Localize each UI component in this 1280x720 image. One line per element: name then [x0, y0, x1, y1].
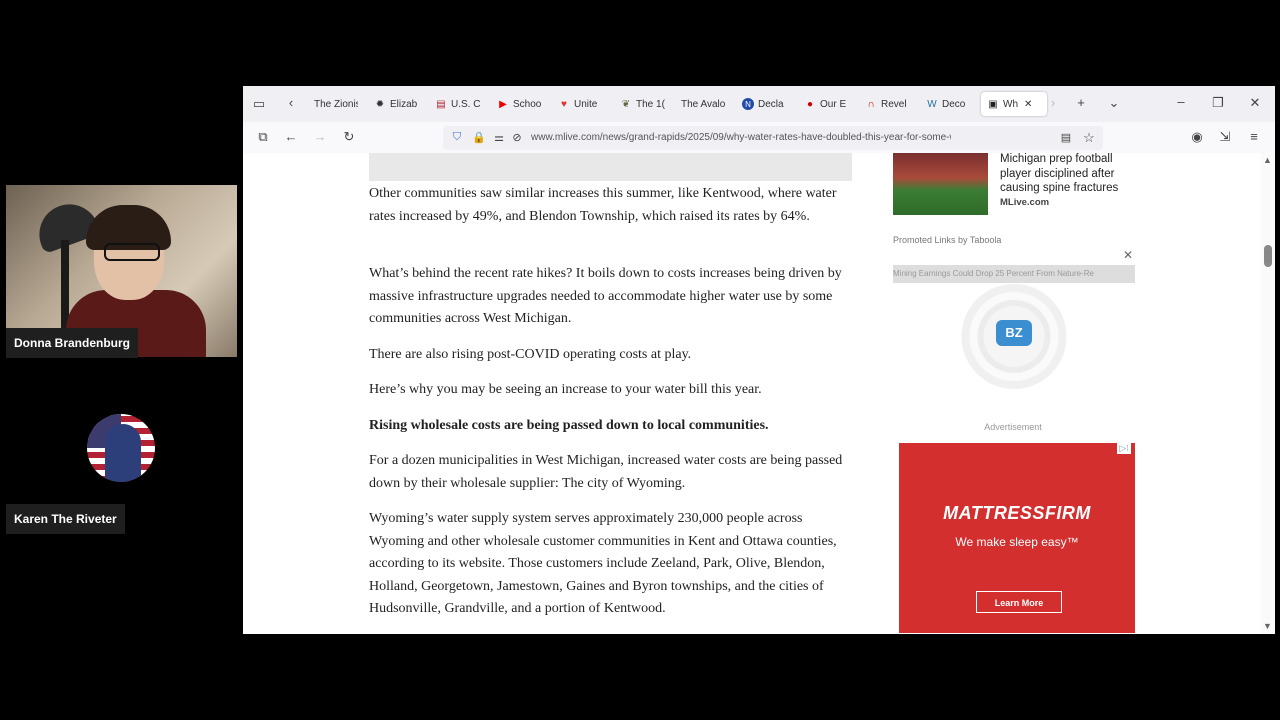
red-arc-icon: ∩ [867, 98, 875, 110]
mattress-brand: MATTRESSFIRM [943, 503, 1091, 523]
us-flag-icon: ▤ [436, 98, 446, 110]
gear-black-icon: ✹ [375, 98, 385, 110]
person-glasses-shape [104, 243, 160, 261]
tab-overflow-icon[interactable]: ⌄ [1104, 95, 1124, 111]
video-ad-caption: Mining Earnings Could Drop 25 Percent Fr… [893, 265, 1135, 283]
close-tab-icon[interactable]: ✕ [1024, 99, 1032, 110]
forward-icon[interactable]: → [310, 129, 330, 144]
participant-avatar-karen [87, 414, 155, 482]
no-tracking-icon[interactable]: ⊘ [507, 131, 527, 144]
adchoices-icon[interactable]: ▷⁝ [1117, 443, 1131, 454]
article-paragraph: Wyoming’s water supply system serves app… [369, 511, 837, 616]
heart-icon: ♥ [561, 98, 567, 110]
ribbon-icon: ❦ [621, 98, 631, 110]
shield-icon[interactable]: ⛉ [447, 131, 467, 144]
tab-11-active[interactable]: ▣ Wh ✕ [981, 92, 1047, 116]
close-ad-icon[interactable]: ✕ [1118, 248, 1138, 262]
article-subheading: Rising wholesale costs are being passed … [369, 418, 769, 433]
riveter-figure-shape [105, 424, 141, 482]
article-paragraph: Here’s why you may be seeing an increase… [369, 382, 762, 397]
address-bar[interactable]: ⛉ 🔒 ⚌ ⊘ www.mlive.com/news/grand-rapids/… [443, 126, 1103, 150]
promo-thumbnail[interactable] [893, 153, 988, 215]
scrollbar-thumb[interactable] [1264, 245, 1272, 267]
scroll-up-icon[interactable]: ▲ [1263, 155, 1272, 165]
article-paragraph: Other communities saw similar increases … [369, 186, 837, 224]
browser-window: ▭ ‹ The Zionis ✹ Elizab ▤ U.S. C ▶ Schoo ♥ U… [243, 86, 1275, 634]
promo-headline[interactable]: Michigan prep football player discipline… [1000, 153, 1140, 196]
article-paragraph: There are also rising post-COVID operati… [369, 347, 692, 362]
mattress-tagline: We make sleep easy™ [955, 535, 1079, 549]
account-icon[interactable]: ◉ [1187, 129, 1207, 145]
extensions-icon[interactable]: ⇲ [1215, 129, 1235, 145]
advertisement-label: Advertisement [984, 422, 1042, 432]
tab-bar: ▭ ‹ The Zionis ✹ Elizab ▤ U.S. C ▶ Schoo ♥ U… [243, 86, 1275, 122]
url-text[interactable]: www.mlive.com/news/grand-rapids/2025/09/… [531, 126, 951, 150]
tab-2[interactable]: ▤ U.S. C [435, 92, 483, 116]
red-circle-icon: ● [806, 98, 814, 110]
tab-list-icon[interactable]: ▭ [249, 96, 269, 112]
tab-7[interactable]: N Decla [742, 92, 790, 116]
reader-view-icon[interactable]: ▤ [1056, 131, 1076, 144]
scroll-tabs-right-icon[interactable]: › [1043, 95, 1063, 110]
bookmark-star-icon[interactable]: ☆ [1079, 130, 1099, 146]
mlive-icon: ▣ [988, 98, 998, 110]
minimize-icon[interactable]: – [1171, 94, 1191, 109]
participant-name-karen: Karen The Riveter [6, 504, 125, 534]
article-paragraph: What’s behind the recent rate hikes? It … [369, 266, 842, 326]
scrollbar[interactable]: ▲ ▼ [1261, 153, 1275, 634]
sidebar-toggle-icon[interactable]: ⧉ [253, 129, 273, 145]
lock-icon[interactable]: 🔒 [469, 131, 489, 144]
tab-5[interactable]: ❦ The 1( [620, 92, 666, 116]
article-paragraph: For a dozen municipalities in West Michi… [369, 453, 843, 491]
back-icon[interactable]: ← [281, 129, 301, 144]
reload-icon[interactable]: ↻ [339, 129, 359, 145]
participant-name-donna: Donna Brandenburg [6, 328, 138, 358]
promo-source: MLive.com [1000, 197, 1050, 208]
wordpress-icon: W [927, 98, 937, 110]
tab-0[interactable]: The Zionis [314, 92, 358, 116]
tab-9[interactable]: ∩ Revel [865, 92, 911, 116]
tab-8[interactable]: ● Our E [804, 92, 850, 116]
new-tab-icon[interactable]: + [1071, 95, 1091, 110]
mattress-firm-ad[interactable]: ▷⁝ MATTRESSFIRM We make sleep easy™ Lear… [899, 443, 1135, 633]
nav-bar: ⧉ ← → ↻ ⛉ 🔒 ⚌ ⊘ www.mlive.com/news/grand… [243, 122, 1275, 154]
youtube-icon: ▶ [499, 98, 507, 110]
taboola-label[interactable]: Promoted Links by Taboola [893, 235, 1001, 245]
tab-4[interactable]: ♥ Unite [558, 92, 606, 116]
tab-1[interactable]: ✹ Elizab [374, 92, 422, 116]
video-ad[interactable]: Mining Earnings Could Drop 25 Percent Fr… [893, 265, 1135, 395]
restore-icon[interactable]: ❐ [1208, 95, 1228, 111]
image-placeholder [369, 153, 852, 181]
bz-logo-icon: BZ [996, 320, 1032, 346]
scroll-down-icon[interactable]: ▼ [1263, 621, 1272, 631]
learn-more-button[interactable]: Learn More [976, 591, 1062, 613]
tab-10[interactable]: W Deco [926, 92, 972, 116]
close-window-icon[interactable]: ✕ [1245, 95, 1265, 111]
menu-icon[interactable]: ≡ [1244, 129, 1264, 144]
scroll-tabs-left-icon[interactable]: ‹ [281, 95, 301, 110]
tab-6[interactable]: The Avalo [681, 92, 727, 116]
permissions-icon[interactable]: ⚌ [489, 131, 509, 144]
page-content: Other communities saw similar increases … [243, 153, 1275, 634]
n-circle-icon: N [742, 98, 754, 110]
tab-3[interactable]: ▶ Schoo [497, 92, 545, 116]
